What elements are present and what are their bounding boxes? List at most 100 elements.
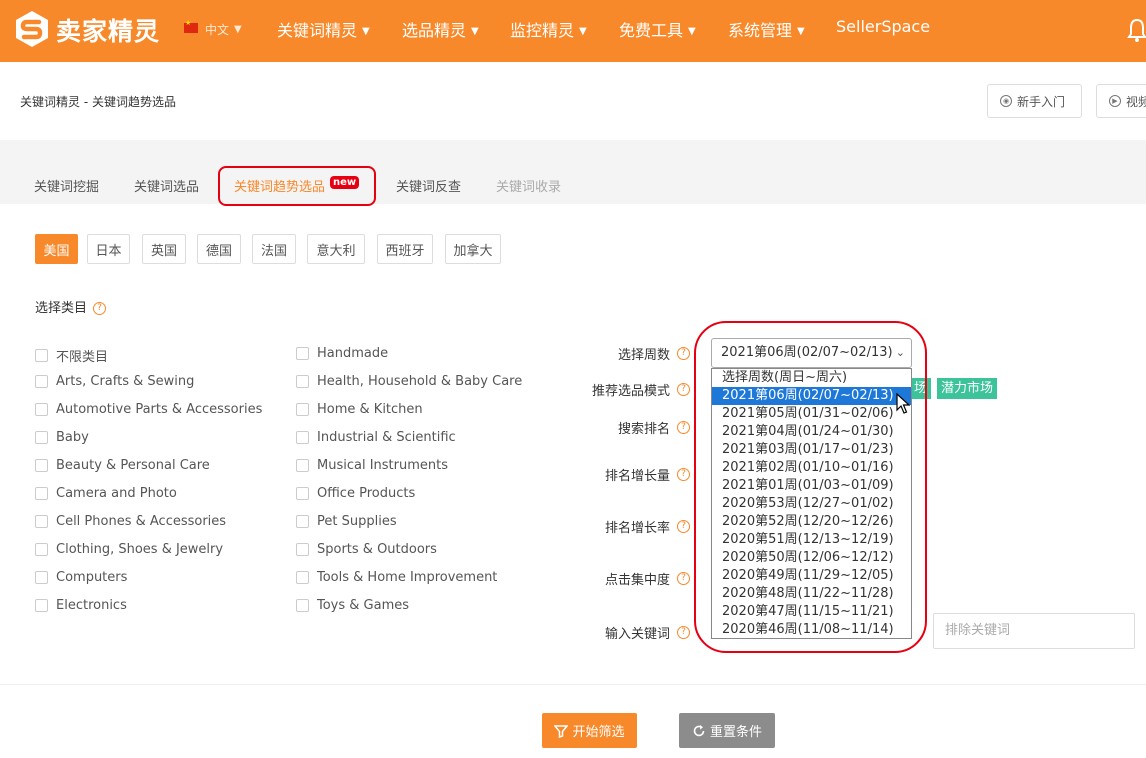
category-item[interactable]: Electronics [35,598,127,613]
checkbox[interactable] [35,349,48,362]
checkbox[interactable] [296,599,309,612]
category-label: Home & Kitchen [317,402,423,417]
divider [0,684,1146,685]
help-icon[interactable]: ? [677,468,690,481]
help-icon[interactable]: ? [677,572,690,585]
filter-label-text: 推荐选品模式 [591,384,670,399]
checkbox[interactable] [35,599,48,612]
nav-free-tools[interactable]: 免费工具 ▼ [619,17,696,41]
category-item[interactable]: Musical Instruments [296,458,448,473]
category-item[interactable]: Camera and Photo [35,486,177,501]
country-jp[interactable]: 日本 [87,234,130,264]
beginner-guide-button[interactable]: ◉ 新手入门 [987,84,1082,118]
filter-label-text: 排名增长量 [604,469,670,484]
checkbox[interactable] [35,431,48,444]
category-item[interactable]: Handmade [296,346,388,361]
tab-keyword-selection[interactable]: 关键词选品 [134,176,199,195]
nav-monitor-wizard[interactable]: 监控精灵 ▼ [510,17,587,41]
checkbox[interactable] [296,515,309,528]
nav-product-wizard[interactable]: 选品精灵 ▼ [402,17,479,41]
help-icon[interactable]: ? [677,520,690,533]
compass-icon: ◉ [1000,95,1012,107]
category-item[interactable]: Beauty & Personal Care [35,458,210,473]
checkbox[interactable] [296,459,309,472]
checkbox[interactable] [35,375,48,388]
category-item[interactable]: Baby [35,430,89,445]
nav-keyword-wizard[interactable]: 关键词精灵 ▼ [277,17,370,41]
checkbox[interactable] [35,487,48,500]
filter-label-text: 点击集中度 [604,573,670,588]
category-item[interactable]: Office Products [296,486,415,501]
category-label: Pet Supplies [317,514,397,529]
category-item[interactable]: Toys & Games [296,598,409,613]
category-item[interactable]: Sports & Outdoors [296,542,437,557]
category-item[interactable]: Cell Phones & Accessories [35,514,226,529]
country-ca[interactable]: 加拿大 [445,234,501,264]
country-de[interactable]: 德国 [197,234,241,264]
tab-keyword-reverse[interactable]: 关键词反查 [396,176,461,195]
category-item[interactable]: Industrial & Scientific [296,430,456,445]
category-item[interactable]: 不限类目 [35,346,108,365]
category-item[interactable]: Pet Supplies [296,514,397,529]
checkbox[interactable] [296,571,309,584]
reset-button[interactable]: 重置条件 [679,713,775,748]
bell-icon[interactable] [1127,17,1146,43]
nav-label: 监控精灵 [510,21,575,40]
category-item[interactable]: Home & Kitchen [296,402,423,417]
exclude-keyword-input[interactable]: 排除关键词 [933,613,1135,649]
mode-tag-potential-market[interactable]: 潜力市场 [937,378,998,399]
rank-filter-label: 搜索排名? [570,418,690,437]
category-label: Sports & Outdoors [317,542,437,557]
refresh-icon [693,724,705,736]
category-item[interactable]: Arts, Crafts & Sewing [35,374,194,389]
help-icon[interactable]: ? [677,347,690,360]
checkbox[interactable] [35,515,48,528]
country-fr[interactable]: 法国 [252,234,296,264]
chevron-down-icon: ▼ [688,26,696,37]
category-label: Clothing, Shoes & Jewelry [56,542,224,557]
category-item[interactable]: Tools & Home Improvement [296,570,497,585]
category-item[interactable]: Computers [35,570,127,585]
country-uk[interactable]: 英国 [142,234,186,264]
checkbox[interactable] [296,347,309,360]
language-selector[interactable]: 中文 ▼ [205,21,242,38]
china-flag-icon [184,19,198,33]
help-icon[interactable]: ? [677,421,690,434]
category-item[interactable]: Health, Household & Baby Care [296,374,522,389]
help-icon[interactable]: ? [677,383,690,396]
checkbox[interactable] [35,403,48,416]
help-icon[interactable]: ? [677,626,690,639]
tab-keyword-mining[interactable]: 关键词挖掘 [34,176,99,195]
chevron-down-icon: ▼ [471,26,479,37]
checkbox[interactable] [296,403,309,416]
category-item[interactable]: Automotive Parts & Accessories [35,402,262,417]
country-it[interactable]: 意大利 [307,234,365,264]
category-label: Toys & Games [317,598,410,613]
checkbox[interactable] [296,431,309,444]
checkbox[interactable] [296,487,309,500]
checkbox[interactable] [35,459,48,472]
chevron-down-icon: ▼ [797,26,805,37]
checkbox[interactable] [35,543,48,556]
country-us[interactable]: 美国 [35,234,78,264]
filter-label-text: 输入关键词 [604,627,670,642]
category-label: Industrial & Scientific [317,430,456,445]
tab-keyword-index[interactable]: 关键词收录 [496,176,561,195]
filter-icon [554,724,569,738]
checkbox[interactable] [35,571,48,584]
video-button[interactable]: ▶ 视频 [1096,84,1146,118]
start-filter-button[interactable]: 开始筛选 [542,713,637,748]
country-es[interactable]: 西班牙 [377,234,433,264]
checkbox[interactable] [296,543,309,556]
nav-sellerspace[interactable]: SellerSpace [836,17,930,36]
tab-highlight-annotation [218,166,376,206]
nav-label: 选品精灵 [402,21,467,40]
rank-growth-filter-label: 排名增长量? [570,465,690,484]
nav-system-management[interactable]: 系统管理 ▼ [728,17,805,41]
category-label: Arts, Crafts & Sewing [56,374,195,389]
language-label: 中文 [205,23,230,37]
category-label: Health, Household & Baby Care [317,374,523,389]
help-icon[interactable]: ? [93,302,107,315]
checkbox[interactable] [296,375,309,388]
category-item[interactable]: Clothing, Shoes & Jewelry [35,542,223,557]
